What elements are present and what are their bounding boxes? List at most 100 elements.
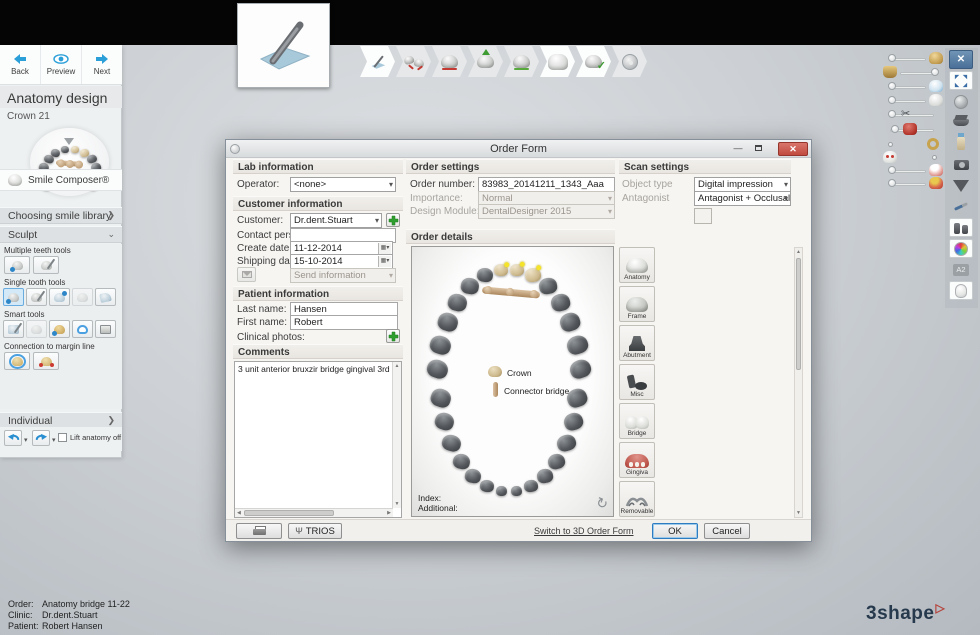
dialog-vscrollbar[interactable]: ▲ ▼ — [794, 247, 803, 518]
wax-visibility-slider[interactable] — [885, 123, 943, 137]
materials-button[interactable] — [949, 218, 973, 237]
add-clinical-photo-button[interactable] — [386, 329, 400, 343]
ring-visibility-slider[interactable] — [885, 138, 943, 152]
scroll-right-icon[interactable]: ▶ — [387, 510, 391, 516]
smile-composer-row[interactable]: Smile Composer® — [0, 169, 122, 191]
hscroll-thumb[interactable] — [244, 510, 334, 516]
order-number-input[interactable] — [478, 177, 615, 192]
undo-dropdown-caret[interactable]: ▾ — [24, 436, 28, 444]
tooth[interactable] — [524, 479, 539, 492]
workflow-step-segmentation[interactable] — [396, 46, 431, 77]
single-morph-tool[interactable] — [3, 288, 24, 306]
arch-shape-tool[interactable] — [33, 256, 59, 274]
smart-ghost-tool[interactable] — [26, 320, 47, 338]
flatten-tool[interactable] — [95, 288, 116, 306]
anatomy-visibility-slider[interactable] — [885, 80, 943, 94]
tooth-marked[interactable] — [524, 267, 541, 283]
ghost-tooth-tool[interactable] — [72, 288, 93, 306]
tooth[interactable] — [464, 468, 482, 484]
lift-anatomy-checkbox[interactable] — [58, 433, 67, 442]
tooth[interactable] — [555, 432, 577, 453]
workflow-step-frame[interactable] — [504, 46, 539, 77]
gingiva-visibility-slider[interactable] — [885, 164, 943, 178]
tooth[interactable] — [476, 267, 493, 283]
calendar-icon[interactable]: ▦▾ — [378, 256, 391, 267]
wax-add-tool[interactable] — [49, 288, 70, 306]
tooth[interactable] — [536, 468, 554, 484]
category-abutment-button[interactable]: Abutment — [619, 325, 655, 361]
occlusion-visibility-slider[interactable] — [885, 177, 943, 191]
trios-button[interactable]: ΨTRIOS — [288, 523, 342, 539]
scroll-down-icon[interactable]: ▼ — [795, 510, 802, 516]
shade-button[interactable]: A2 — [949, 260, 973, 279]
tooth[interactable] — [538, 277, 558, 296]
tooth[interactable] — [451, 452, 471, 471]
tooth[interactable] — [496, 486, 507, 496]
tooth-view-button[interactable] — [949, 281, 973, 300]
workflow-step-produce[interactable] — [612, 46, 647, 77]
smart-knife-tool[interactable] — [3, 320, 24, 338]
first-name-input[interactable] — [290, 315, 398, 330]
tooth[interactable] — [568, 357, 594, 381]
workflow-step-margin-line[interactable] — [432, 46, 467, 77]
tooth[interactable] — [549, 292, 572, 313]
category-frame-button[interactable]: Frame — [619, 286, 655, 322]
category-misc-button[interactable]: Misc — [619, 364, 655, 400]
comments-hscrollbar[interactable]: ◀ ▶ — [235, 508, 393, 517]
operator-select[interactable]: <none>▾ — [290, 177, 396, 192]
tooth-marked[interactable] — [510, 263, 524, 276]
category-anatomy-button[interactable]: Anatomy — [619, 247, 655, 283]
connect-margin-red-tool[interactable] — [33, 352, 59, 370]
calendar-icon[interactable]: ▦▾ — [378, 243, 391, 254]
tooth[interactable] — [429, 387, 454, 410]
tooth[interactable] — [460, 277, 480, 296]
tooth[interactable] — [424, 357, 450, 381]
maximize-button[interactable] — [749, 142, 767, 156]
close-button[interactable]: ✕ — [778, 142, 808, 156]
undo-button[interactable] — [4, 430, 22, 446]
next-button[interactable]: Next — [82, 45, 122, 84]
tooth[interactable] — [428, 333, 453, 357]
comments-box[interactable]: 3 unit anterior bruxzir bridge gingival … — [234, 361, 402, 518]
workflow-step-anatomy-design[interactable] — [540, 46, 575, 77]
scroll-up-icon[interactable]: ▲ — [393, 363, 401, 369]
close-view-button[interactable]: ✕ — [949, 50, 973, 69]
antagonist-select[interactable]: Antagonist + Occlusal alignment▾ — [694, 191, 791, 206]
redo-button[interactable] — [32, 430, 50, 446]
tooth[interactable] — [446, 292, 469, 313]
snapshot-button[interactable] — [949, 155, 973, 174]
redo-dropdown-caret[interactable]: ▾ — [52, 436, 56, 444]
tooth[interactable] — [511, 486, 522, 496]
workflow-step-order[interactable] — [360, 46, 395, 77]
back-button[interactable]: Back — [0, 45, 41, 84]
color-button[interactable] — [949, 239, 973, 258]
attachment-tool[interactable] — [49, 320, 70, 338]
cut-visibility-slider[interactable]: ✂ — [885, 108, 943, 122]
shipping-date-input[interactable]: 15-10-2014▦▾ — [290, 254, 393, 269]
fit-view-button[interactable] — [949, 71, 973, 90]
tooth[interactable] — [558, 311, 582, 334]
workflow-step-finalize[interactable]: ✓ — [576, 46, 611, 77]
comments-vscrollbar[interactable]: ▲ ▼ — [392, 362, 401, 508]
add-customer-button[interactable] — [386, 213, 400, 227]
category-gingiva-button[interactable]: Gingiva — [619, 442, 655, 478]
measure-tool[interactable] — [95, 320, 116, 338]
scroll-down-icon[interactable]: ▼ — [393, 501, 401, 507]
switch-3d-order-form-link[interactable]: Switch to 3D Order Form — [534, 526, 634, 536]
workflow-step-insertion-direction[interactable] — [468, 46, 503, 77]
customer-select[interactable]: Dr.dent.Stuart▾ — [290, 213, 382, 228]
section-sculpt[interactable]: Sculpt ⌄ — [0, 226, 122, 243]
tooth[interactable] — [565, 333, 590, 357]
model-view-button[interactable] — [949, 113, 973, 132]
rotate-view-button[interactable] — [949, 92, 973, 111]
minimize-button[interactable]: — — [729, 142, 747, 156]
scroll-up-icon[interactable]: ▲ — [795, 249, 802, 255]
cancel-button[interactable]: Cancel — [704, 523, 750, 539]
vscroll-thumb[interactable] — [796, 258, 801, 370]
contacts-visibility-slider[interactable] — [883, 151, 941, 165]
section-choosing-smile-library[interactable]: Choosing smile library ❯ — [0, 207, 122, 224]
print-button[interactable] — [236, 523, 282, 539]
clip-plane-button[interactable] — [949, 176, 973, 195]
screw-tool-button[interactable] — [949, 197, 973, 216]
dialog-titlebar[interactable]: Order Form — ✕ — [226, 140, 811, 158]
